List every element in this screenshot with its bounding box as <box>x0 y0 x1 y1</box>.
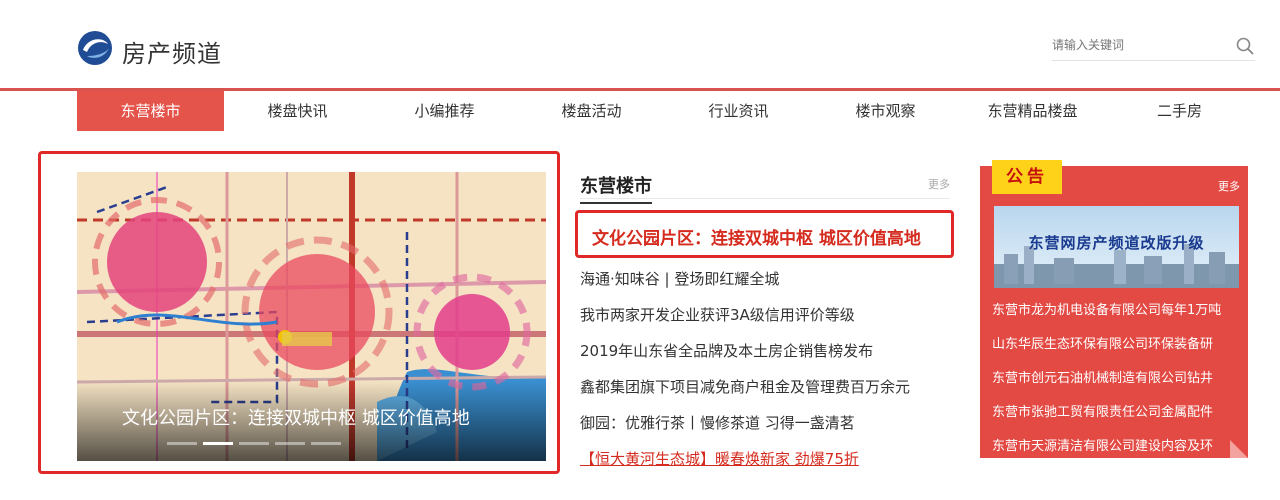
news-headline[interactable]: 文化公园片区：连接双城中枢 城区价值高地 <box>592 224 921 249</box>
news-more-link[interactable]: 更多 <box>928 176 950 192</box>
banner-text: 东营网房产频道改版升级 <box>1028 234 1205 252</box>
news-item[interactable]: 我市两家开发企业获评3A级信用评价等级 <box>580 304 910 340</box>
search-input[interactable] <box>1052 32 1222 58</box>
news-item-promo[interactable]: 【恒大黄河生态城】暖春焕新家 劲爆75折 <box>580 448 910 484</box>
news-item[interactable]: 御园：优雅行茶丨慢修茶道 习得一盏清茗 <box>580 412 910 448</box>
nav-item-featured-properties[interactable]: 东营精品楼盘 <box>959 91 1106 131</box>
notice-list: 东营市龙为机电设备有限公司每年1万吨 山东华辰生态环保有限公司环保装备研 东营市… <box>992 300 1244 470</box>
nav-item-second-hand[interactable]: 二手房 <box>1106 91 1253 131</box>
news-section-title[interactable]: 东营楼市 <box>580 176 652 204</box>
search-icon[interactable] <box>1235 36 1255 56</box>
site-title[interactable]: 房产频道 <box>122 34 222 69</box>
slide-dot[interactable] <box>239 442 269 445</box>
notice-item[interactable]: 东营市天源清洁有限公司建设内容及环 <box>992 436 1244 470</box>
news-section-header: 东营楼市 更多 <box>580 172 950 204</box>
news-item[interactable]: 2019年山东省全品牌及本土房企销售榜发布 <box>580 340 910 376</box>
page-header: 房产频道 <box>0 0 1280 90</box>
slide-dot[interactable] <box>275 442 305 445</box>
nav-item-market-watch[interactable]: 楼市观察 <box>812 91 959 131</box>
notice-item[interactable]: 东营市张驰工贸有限责任公司金属配件 <box>992 402 1244 436</box>
notice-banner[interactable]: 东营网房产频道改版升级 <box>994 206 1239 288</box>
search-box <box>1052 32 1255 61</box>
slide-dot[interactable] <box>311 442 341 445</box>
nav-item-property-news[interactable]: 楼盘快讯 <box>224 91 371 131</box>
notice-tab[interactable]: 公告 <box>992 160 1062 194</box>
slide-indicator <box>167 442 341 445</box>
nav-item-industry-news[interactable]: 行业资讯 <box>665 91 812 131</box>
swirl-logo-icon[interactable] <box>77 30 113 66</box>
notice-more-link[interactable]: 更多 <box>1218 178 1240 194</box>
notice-panel: 公告 更多 东营网房产频道改版升级 东营市龙为机电设备有限公司每年1万吨 山东华… <box>980 160 1248 458</box>
notice-item[interactable]: 东营市龙为机电设备有限公司每年1万吨 <box>992 300 1244 334</box>
nav-item-editor-picks[interactable]: 小编推荐 <box>371 91 518 131</box>
news-list: 海通·知味谷 | 登场即红耀全城 我市两家开发企业获评3A级信用评价等级 201… <box>580 268 910 484</box>
slide-dot[interactable] <box>167 442 197 445</box>
hero-caption[interactable]: 文化公园片区：连接双城中枢 城区价值高地 <box>122 404 470 430</box>
news-item[interactable]: 海通·知味谷 | 登场即红耀全城 <box>580 268 910 304</box>
notice-item[interactable]: 山东华辰生态环保有限公司环保装备研 <box>992 334 1244 368</box>
news-item[interactable]: 鑫都集团旗下项目减免商户租金及管理费百万余元 <box>580 376 910 412</box>
slide-dot-active[interactable] <box>203 442 233 445</box>
hero-slideshow[interactable]: 文化公园片区：连接双城中枢 城区价值高地 <box>77 172 546 461</box>
notice-item[interactable]: 东营市创元石油机械制造有限公司钻井 <box>992 368 1244 402</box>
nav-item-dongying-market[interactable]: 东营楼市 <box>77 91 224 131</box>
nav-item-property-events[interactable]: 楼盘活动 <box>518 91 665 131</box>
main-nav: 东营楼市 楼盘快讯 小编推荐 楼盘活动 行业资讯 楼市观察 东营精品楼盘 二手房 <box>77 91 1254 131</box>
